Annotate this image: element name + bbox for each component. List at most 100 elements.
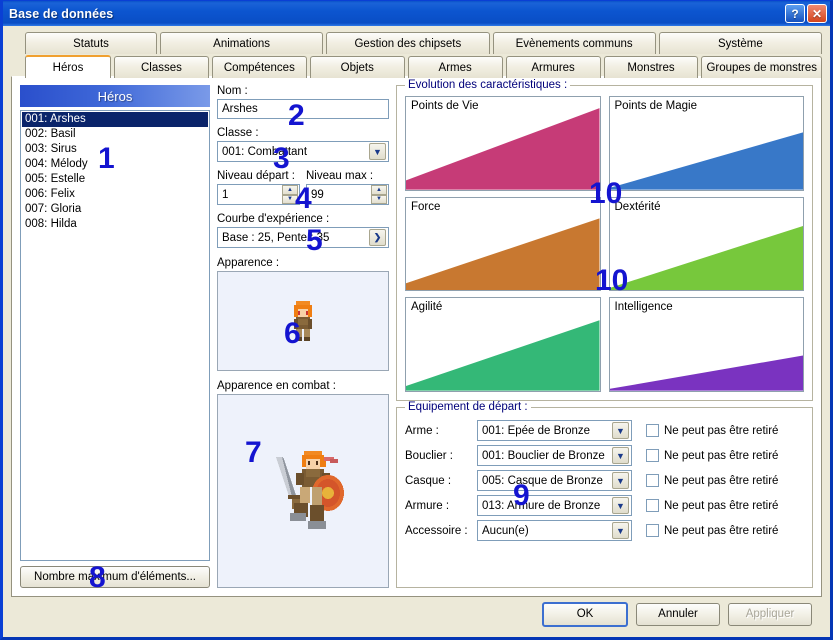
- start-level-stepper[interactable]: 1 ▲ ▼: [217, 184, 300, 205]
- graph-agilite[interactable]: Agilité: [405, 297, 601, 392]
- equipment-group: Equipement de départ : Arme : 001: Epée …: [396, 401, 813, 588]
- equipment-select-value: 013: Armure de Bronze: [482, 499, 601, 512]
- graph-dexterite[interactable]: Dextérité: [608, 196, 804, 292]
- tab-competences[interactable]: Compétences: [211, 56, 307, 78]
- equipment-label: Arme :: [405, 424, 439, 437]
- spin-up-icon[interactable]: ▲: [282, 185, 298, 195]
- equipment-select-arme[interactable]: 001: Epée de Bronze ▼: [477, 420, 632, 441]
- cancel-button[interactable]: Annuler: [636, 602, 720, 626]
- tab-armes[interactable]: Armes: [407, 56, 503, 78]
- checkbox-label: Ne peut pas être retiré: [664, 524, 779, 537]
- list-item[interactable]: 003: Sirus: [22, 142, 208, 157]
- tab-animations[interactable]: Animations: [160, 32, 324, 54]
- list-item[interactable]: 005: Estelle: [22, 172, 208, 187]
- max-level-label: Niveau max :: [306, 170, 374, 182]
- tab-armures[interactable]: Armures: [505, 56, 601, 78]
- spin-down-icon[interactable]: ▼: [371, 194, 387, 204]
- equipment-row-bouclier: Bouclier : 001: Bouclier de Bronze ▼ Ne …: [405, 443, 804, 468]
- equipment-select-value: 001: Bouclier de Bronze: [482, 449, 605, 462]
- spin-down-icon[interactable]: ▼: [282, 194, 298, 204]
- equipment-fixed-checkbox-accessoire[interactable]: Ne peut pas être retiré: [646, 524, 778, 537]
- equipment-select-value: 005: Casque de Bronze: [482, 474, 603, 487]
- equipment-row-armure: Armure : 013: Armure de Bronze ▼ Ne peut…: [405, 493, 804, 518]
- equipment-group-title: Equipement de départ :: [405, 401, 531, 413]
- chevron-down-icon[interactable]: ▼: [369, 143, 386, 160]
- exp-curve-value: Base : 25, Pente : 35: [222, 231, 330, 244]
- chevron-right-icon[interactable]: ❯: [369, 229, 386, 246]
- equipment-fixed-checkbox-bouclier[interactable]: Ne peut pas être retiré: [646, 449, 778, 462]
- ok-button[interactable]: OK: [542, 601, 628, 627]
- heroes-panel: Héros 001: Arshes 002: Basil 003: Sirus …: [11, 76, 822, 597]
- chevron-down-icon[interactable]: ▼: [612, 497, 629, 514]
- equipment-row-accessoire: Accessoire : Aucun(e) ▼ Ne peut pas être…: [405, 518, 804, 543]
- exp-curve-label: Courbe d'expérience :: [217, 213, 330, 225]
- checkbox-icon[interactable]: [646, 449, 659, 462]
- equipment-select-armure[interactable]: 013: Armure de Bronze ▼: [477, 495, 632, 516]
- equipment-label: Armure :: [405, 499, 450, 512]
- chevron-down-icon[interactable]: ▼: [612, 522, 629, 539]
- spin-up-icon[interactable]: ▲: [371, 185, 387, 195]
- battle-appearance-preview[interactable]: [217, 394, 389, 588]
- appearance-label: Apparence :: [217, 257, 280, 269]
- equipment-label: Casque :: [405, 474, 452, 487]
- tab-heros[interactable]: Héros: [25, 55, 111, 78]
- window-title: Base de données: [9, 6, 114, 21]
- chevron-down-icon[interactable]: ▼: [612, 447, 629, 464]
- equipment-select-casque[interactable]: 005: Casque de Bronze ▼: [477, 470, 632, 491]
- list-item[interactable]: 004: Mélody: [22, 157, 208, 172]
- tab-objets[interactable]: Objets: [309, 56, 405, 78]
- hero-list-column: Héros 001: Arshes 002: Basil 003: Sirus …: [20, 85, 210, 588]
- equipment-fixed-checkbox-arme[interactable]: Ne peut pas être retiré: [646, 424, 778, 437]
- exp-curve-picker[interactable]: Base : 25, Pente : 35 ❯: [217, 227, 389, 248]
- graph-intelligence[interactable]: Intelligence: [608, 297, 804, 392]
- graph-points-de-magie[interactable]: Points de Magie: [608, 96, 804, 191]
- stats-group: Evolution des caractéristiques : Points …: [396, 79, 813, 401]
- max-elements-button[interactable]: Nombre maximum d'éléments...: [20, 566, 210, 588]
- tab-classes[interactable]: Classes: [114, 56, 209, 78]
- help-icon[interactable]: ?: [785, 4, 805, 23]
- chevron-down-icon[interactable]: ▼: [612, 472, 629, 489]
- checkbox-label: Ne peut pas être retiré: [664, 424, 779, 437]
- equipment-fixed-checkbox-armure[interactable]: Ne peut pas être retiré: [646, 499, 778, 512]
- stats-group-title: Evolution des caractéristiques :: [405, 79, 571, 91]
- class-select[interactable]: 001: Combattant ▼: [217, 141, 389, 162]
- checkbox-icon[interactable]: [646, 524, 659, 537]
- checkbox-label: Ne peut pas être retiré: [664, 499, 779, 512]
- close-icon[interactable]: ✕: [807, 4, 827, 23]
- checkbox-icon[interactable]: [646, 474, 659, 487]
- equipment-select-accessoire[interactable]: Aucun(e) ▼: [477, 520, 632, 541]
- equipment-select-bouclier[interactable]: 001: Bouclier de Bronze ▼: [477, 445, 632, 466]
- battle-appearance-label: Apparence en combat :: [217, 380, 336, 392]
- list-item[interactable]: 001: Arshes: [22, 112, 208, 127]
- tab-gestion-des-chipsets[interactable]: Gestion des chipsets: [326, 32, 490, 54]
- max-level-stepper[interactable]: 99 ▲ ▼: [306, 184, 389, 205]
- hero-battler-sprite: [276, 451, 344, 529]
- tab-monstres[interactable]: Monstres: [603, 56, 699, 78]
- list-item[interactable]: 008: Hilda: [22, 217, 208, 232]
- graph-force[interactable]: Force: [405, 196, 601, 292]
- tab-statuts[interactable]: Statuts: [25, 32, 157, 54]
- tab-row-lower: Héros Classes Compétences Objets Armes A…: [11, 55, 823, 78]
- checkbox-icon[interactable]: [646, 424, 659, 437]
- checkbox-icon[interactable]: [646, 499, 659, 512]
- graph-label: Intelligence: [614, 301, 673, 314]
- checkbox-label: Ne peut pas être retiré: [664, 449, 779, 462]
- hero-walk-sprite: [294, 301, 312, 341]
- appearance-preview[interactable]: [217, 271, 389, 371]
- list-item[interactable]: 007: Gloria: [22, 202, 208, 217]
- max-level-value: 99: [311, 188, 324, 201]
- equipment-select-value: Aucun(e): [482, 524, 529, 537]
- tab-strip: Statuts Animations Gestion des chipsets …: [11, 32, 823, 78]
- tab-evenements-communs[interactable]: Evènements communs: [492, 32, 656, 54]
- list-item[interactable]: 006: Felix: [22, 187, 208, 202]
- list-item[interactable]: 002: Basil: [22, 127, 208, 142]
- graph-points-de-vie[interactable]: Points de Vie: [405, 96, 601, 191]
- equipment-fixed-checkbox-casque[interactable]: Ne peut pas être retiré: [646, 474, 778, 487]
- tab-groupes-de-monstres[interactable]: Groupes de monstres: [701, 56, 823, 78]
- max-level-spin-buttons[interactable]: ▲ ▼: [371, 185, 387, 204]
- name-input[interactable]: Arshes: [217, 99, 389, 119]
- start-level-spin-buttons[interactable]: ▲ ▼: [282, 185, 298, 204]
- chevron-down-icon[interactable]: ▼: [612, 422, 629, 439]
- tab-systeme[interactable]: Système: [658, 32, 822, 54]
- hero-list[interactable]: 001: Arshes 002: Basil 003: Sirus 004: M…: [20, 110, 210, 561]
